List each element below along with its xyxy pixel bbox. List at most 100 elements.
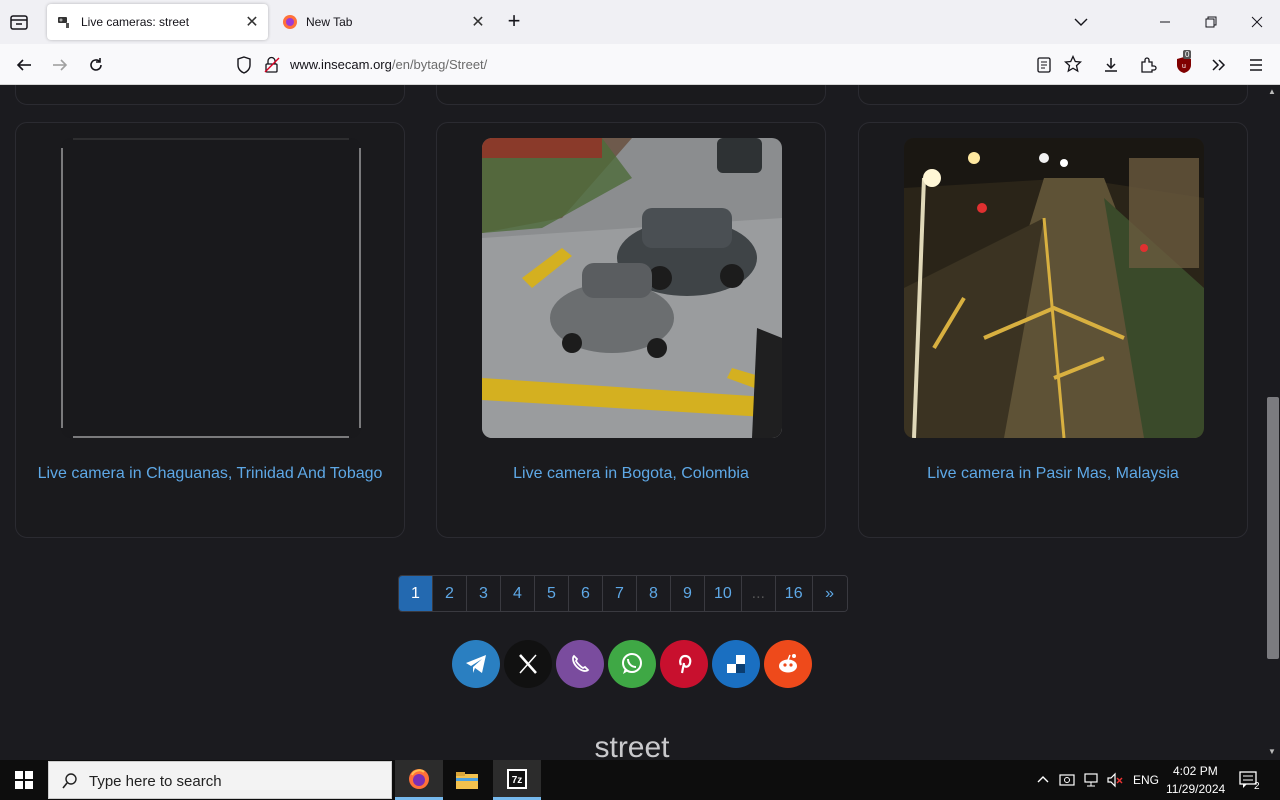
share-delicious-button[interactable]: [712, 640, 760, 688]
camera-feed-image[interactable]: [61, 138, 361, 438]
tab-new-tab[interactable]: New Tab ✕: [272, 4, 494, 40]
page-link-10[interactable]: 10: [705, 576, 742, 611]
camera-location-link[interactable]: Live camera in Chaguanas, Trinidad And T…: [16, 465, 404, 483]
share-pinterest-button[interactable]: [660, 640, 708, 688]
forward-arrow-icon[interactable]: [47, 52, 73, 78]
page-next-link[interactable]: »: [812, 576, 847, 611]
minimize-button[interactable]: [1142, 0, 1188, 44]
x-logo-icon: [519, 654, 537, 674]
taskbar-search-box[interactable]: Type here to search: [48, 761, 392, 799]
page-link-8[interactable]: 8: [637, 576, 671, 611]
page-link-6[interactable]: 6: [569, 576, 603, 611]
camera-card: Live camera in Pasir Mas, Malaysia: [858, 122, 1248, 538]
page-content: Live camera in Chaguanas, Trinidad And T…: [0, 85, 1264, 760]
camera-favicon-icon: [57, 14, 73, 30]
seven-zip-icon: 7z: [507, 768, 527, 789]
more-tools-chevrons-icon[interactable]: [1206, 52, 1232, 78]
search-icon: [61, 772, 79, 795]
url-text[interactable]: www.insecam.org/en/bytag/Street/: [290, 57, 487, 72]
page-link-5[interactable]: 5: [535, 576, 569, 611]
scrollbar-thumb[interactable]: [1267, 397, 1279, 659]
tracking-shield-icon[interactable]: [236, 56, 252, 79]
volume-muted-icon[interactable]: [1106, 772, 1124, 793]
firefox-icon: [409, 768, 429, 789]
list-all-tabs-icon[interactable]: [8, 11, 30, 33]
insecure-lock-icon[interactable]: [264, 56, 280, 79]
page-link-3[interactable]: 3: [467, 576, 501, 611]
app-menu-hamburger-icon[interactable]: [1243, 52, 1269, 78]
pinterest-icon: [679, 654, 692, 674]
clock-time[interactable]: 4:02 PM: [1173, 764, 1218, 778]
clock-date[interactable]: 11/29/2024: [1166, 782, 1225, 796]
security-tray-icon[interactable]: [1059, 772, 1075, 793]
delicious-icon: [727, 655, 745, 673]
windows-logo-icon: [15, 771, 33, 789]
whatsapp-icon: [622, 653, 642, 674]
ublock-shield-icon[interactable]: u 0: [1171, 50, 1197, 78]
camera-card-previous: [858, 85, 1248, 105]
tab-live-cameras[interactable]: Live cameras: street ✕: [47, 4, 268, 40]
camera-card-previous: [15, 85, 405, 105]
downloads-icon[interactable]: [1098, 52, 1124, 78]
close-tab-icon[interactable]: ✕: [468, 12, 488, 32]
telegram-icon: [466, 655, 486, 673]
taskbar-firefox-app[interactable]: [395, 760, 443, 800]
page-link-2[interactable]: 2: [433, 576, 467, 611]
windows-start-button[interactable]: [0, 760, 48, 800]
notification-count-badge: 2: [1254, 781, 1260, 792]
scroll-down-arrow-icon[interactable]: ▼: [1268, 747, 1276, 756]
pagination: 1 2 3 4 5 6 7 8 9 10 ... 16 »: [398, 575, 848, 612]
camera-feed-image[interactable]: [904, 138, 1204, 438]
page-link-7[interactable]: 7: [603, 576, 637, 611]
tab-title: Live cameras: street: [81, 15, 190, 29]
share-telegram-button[interactable]: [452, 640, 500, 688]
share-viber-button[interactable]: [556, 640, 604, 688]
url-host: www.insecam.org: [290, 57, 392, 72]
url-path: /en/bytag/Street/: [391, 57, 488, 72]
viber-phone-icon: [572, 654, 590, 672]
tag-heading: street: [594, 731, 670, 760]
svg-text:u: u: [1182, 63, 1186, 70]
camera-location-link[interactable]: Live camera in Bogota, Colombia: [437, 465, 825, 483]
search-placeholder: Type here to search: [89, 773, 222, 790]
page-link-1[interactable]: 1: [399, 576, 433, 611]
tab-strip: Live cameras: street ✕ New Tab ✕ +: [0, 0, 1280, 44]
svg-text:7z: 7z: [512, 775, 523, 786]
bookmark-star-icon[interactable]: [1063, 54, 1083, 78]
share-x-button[interactable]: [504, 640, 552, 688]
folder-icon: [456, 772, 478, 789]
navigation-toolbar: www.insecam.org/en/bytag/Street/ u 0: [0, 44, 1280, 85]
reddit-alien-icon: [779, 654, 797, 673]
language-indicator[interactable]: ENG: [1133, 773, 1159, 787]
camera-feed-image[interactable]: [482, 138, 782, 438]
address-bar[interactable]: www.insecam.org/en/bytag/Street/: [230, 48, 1090, 81]
show-hidden-icons-chevron-icon[interactable]: [1036, 772, 1050, 791]
ublock-count-badge: 0: [1183, 50, 1192, 59]
extensions-puzzle-icon[interactable]: [1135, 52, 1161, 78]
page-link-9[interactable]: 9: [671, 576, 705, 611]
page-scrollbar[interactable]: ▲ ▼: [1264, 85, 1280, 760]
camera-card-previous: [436, 85, 826, 105]
reader-view-icon[interactable]: [1036, 56, 1052, 79]
camera-card: Live camera in Chaguanas, Trinidad And T…: [15, 122, 405, 538]
scroll-up-arrow-icon[interactable]: ▲: [1268, 87, 1276, 96]
network-icon[interactable]: [1083, 772, 1099, 793]
share-whatsapp-button[interactable]: [608, 640, 656, 688]
reload-icon[interactable]: [83, 52, 109, 78]
close-window-button[interactable]: [1234, 0, 1280, 44]
taskbar-file-explorer-app[interactable]: [443, 760, 491, 800]
back-arrow-icon[interactable]: [11, 52, 37, 78]
share-reddit-button[interactable]: [764, 640, 812, 688]
tab-overflow-chevron-icon[interactable]: [1058, 0, 1104, 44]
firefox-favicon-icon: [282, 14, 298, 30]
new-tab-button[interactable]: +: [502, 10, 526, 34]
page-link-4[interactable]: 4: [501, 576, 535, 611]
taskbar-7zip-app[interactable]: 7z: [493, 760, 541, 800]
restore-button[interactable]: [1188, 0, 1234, 44]
camera-location-link[interactable]: Live camera in Pasir Mas, Malaysia: [859, 465, 1247, 483]
tab-title: New Tab: [306, 15, 353, 29]
page-ellipsis: ...: [741, 576, 776, 611]
page-link-16[interactable]: 16: [775, 576, 813, 611]
camera-card: Live camera in Bogota, Colombia: [436, 122, 826, 538]
close-tab-icon[interactable]: ✕: [242, 12, 262, 32]
